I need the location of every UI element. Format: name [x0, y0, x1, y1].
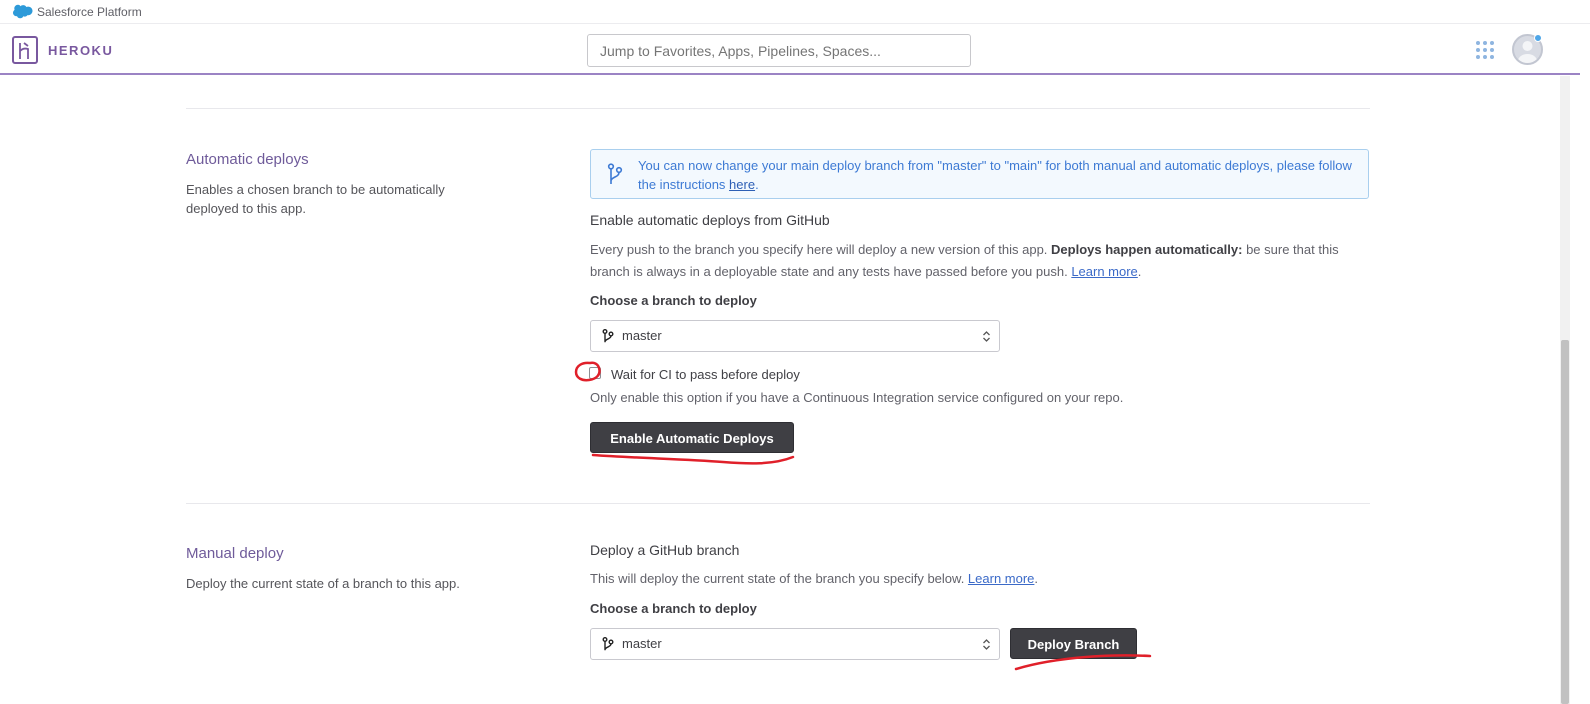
brand-name[interactable]: HEROKU: [48, 43, 113, 58]
red-annotation-marks: [574, 361, 1152, 671]
auto-branch-select[interactable]: master: [590, 320, 1000, 352]
select-caret-icon: [983, 331, 990, 342]
wait-for-ci-checkbox[interactable]: [589, 367, 601, 379]
grid-apps-icon[interactable]: [1476, 41, 1494, 59]
git-branch-icon: [607, 163, 623, 184]
platform-name: Salesforce Platform: [37, 5, 142, 19]
manual-branch-value: master: [622, 636, 662, 651]
git-branch-icon: [602, 637, 614, 651]
auto-deploy-learn-more-link[interactable]: Learn more: [1071, 264, 1137, 279]
auto-deploy-subtitle: Enable automatic deploys from GitHub: [590, 212, 830, 228]
enable-button-underline-annotation: [591, 453, 795, 465]
deploy-branch-button[interactable]: Deploy Branch: [1010, 628, 1137, 659]
enable-automatic-deploys-button[interactable]: Enable Automatic Deploys: [590, 422, 794, 453]
app-header: HEROKU: [0, 25, 1580, 75]
search-input[interactable]: [587, 34, 971, 67]
auto-branch-value: master: [622, 328, 662, 343]
notice-here-link[interactable]: here: [729, 177, 755, 192]
notice-text: You can now change your main deploy bran…: [638, 158, 1352, 192]
manual-branch-select[interactable]: master: [590, 628, 1000, 660]
salesforce-cloud-icon: [13, 4, 33, 19]
auto-branch-label: Choose a branch to deploy: [590, 293, 757, 308]
section-divider: [186, 108, 1370, 109]
scrollbar-thumb[interactable]: [1561, 340, 1569, 704]
manual-branch-label: Choose a branch to deploy: [590, 601, 757, 616]
branch-rename-notice: You can now change your main deploy bran…: [590, 149, 1369, 199]
manual-deploy-learn-more-link[interactable]: Learn more: [968, 571, 1034, 586]
manual-deploy-description: Deploy the current state of a branch to …: [186, 576, 460, 591]
wait-for-ci-label[interactable]: Wait for CI to pass before deploy: [611, 367, 800, 382]
manual-deploy-subtitle: Deploy a GitHub branch: [590, 542, 740, 558]
git-branch-icon: [602, 329, 614, 343]
ci-hint-text: Only enable this option if you have a Co…: [590, 390, 1124, 405]
heroku-logo[interactable]: [12, 36, 38, 64]
platform-bar: Salesforce Platform: [0, 0, 1590, 24]
manual-deploy-title: Manual deploy: [186, 545, 284, 562]
notification-dot: [1534, 34, 1542, 42]
auto-deploy-body: Every push to the branch you specify her…: [590, 242, 1339, 279]
heroku-h-icon: [19, 42, 29, 59]
manual-deploy-body: This will deploy the current state of th…: [590, 571, 1039, 586]
automatic-deploys-title: Automatic deploys: [186, 151, 309, 168]
automatic-deploys-description: Enables a chosen branch to be automatica…: [186, 182, 445, 216]
section-divider: [186, 503, 1370, 504]
select-caret-icon: [983, 639, 990, 650]
